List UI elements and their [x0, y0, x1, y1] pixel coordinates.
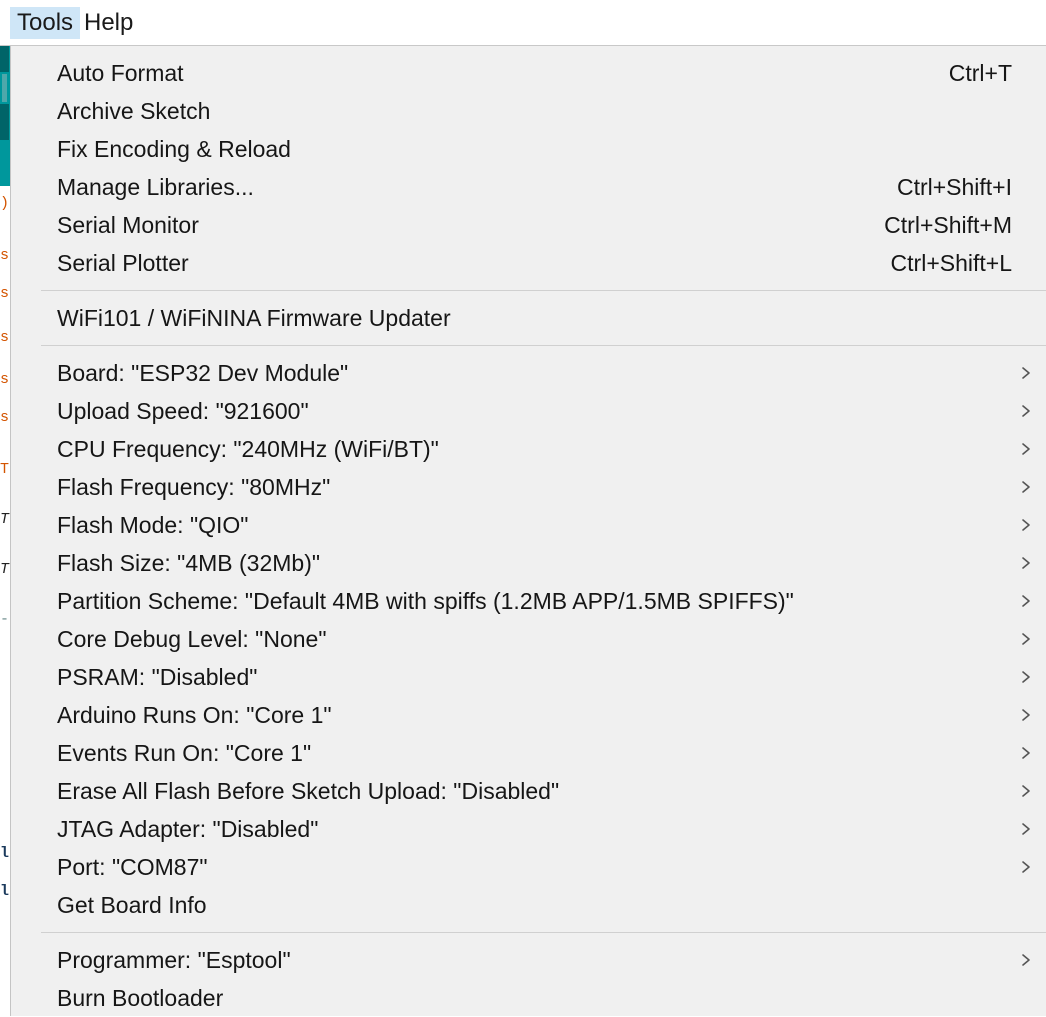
chevron-right-icon	[1020, 810, 1034, 848]
menu-item-label: Flash Size: "4MB (32Mb)"	[57, 550, 321, 576]
menu-item[interactable]: Core Debug Level: "None"	[11, 620, 1046, 658]
chevron-right-icon	[1020, 544, 1034, 582]
menu-item[interactable]: Archive Sketch	[11, 92, 1046, 130]
menu-item[interactable]: JTAG Adapter: "Disabled"	[11, 810, 1046, 848]
menu-item-label: Board: "ESP32 Dev Module"	[57, 360, 349, 386]
menu-item[interactable]: Flash Size: "4MB (32Mb)"	[11, 544, 1046, 582]
menu-item[interactable]: Manage Libraries... Ctrl+Shift+I	[11, 168, 1046, 206]
menu-item[interactable]: WiFi101 / WiFiNINA Firmware Updater	[11, 299, 1046, 337]
menu-item-shortcut: Ctrl+Shift+I	[896, 174, 1012, 200]
menu-item-label: Fix Encoding & Reload	[57, 136, 291, 162]
ide-toolbar-new-button[interactable]	[0, 104, 9, 140]
menu-item[interactable]: Burn Bootloader	[11, 979, 1046, 1017]
menu-item-label: Erase All Flash Before Sketch Upload: "D…	[57, 778, 560, 804]
menu-item[interactable]: Flash Mode: "QIO"	[11, 506, 1046, 544]
menubar-item-tools[interactable]: Tools	[10, 7, 81, 39]
menu-item-label: Serial Monitor	[57, 212, 199, 238]
menu-item[interactable]: Upload Speed: "921600"	[11, 392, 1046, 430]
code-fragment: l	[0, 884, 10, 899]
code-fragment: -	[0, 612, 10, 627]
code-fragment: T	[0, 562, 10, 577]
code-fragment: s	[0, 286, 10, 301]
menu-item-label: Manage Libraries...	[57, 174, 254, 200]
menu-separator	[41, 345, 1046, 346]
menu-item-label: Events Run On: "Core 1"	[57, 740, 312, 766]
menu-item[interactable]: Programmer: "Esptool"	[11, 941, 1046, 979]
menu-item-label: Archive Sketch	[57, 98, 211, 124]
menu-item[interactable]: Partition Scheme: "Default 4MB with spif…	[11, 582, 1046, 620]
menu-item[interactable]: Auto Format Ctrl+T	[11, 54, 1046, 92]
menu-item-label: Arduino Runs On: "Core 1"	[57, 702, 332, 728]
menubar-item-help[interactable]: Help	[77, 7, 140, 39]
chevron-right-icon	[1020, 620, 1034, 658]
tools-dropdown-menu: Auto Format Ctrl+T Archive Sketch Fix Encod…	[10, 46, 1046, 1016]
code-fragment: s	[0, 410, 10, 425]
menu-item-shortcut: Ctrl+T	[948, 60, 1012, 86]
menu-item-label: CPU Frequency: "240MHz (WiFi/BT)"	[57, 436, 439, 462]
code-fragment: l	[0, 846, 10, 861]
menu-item-label: JTAG Adapter: "Disabled"	[57, 816, 319, 842]
menu-item[interactable]: Events Run On: "Core 1"	[11, 734, 1046, 772]
code-fragment: s	[0, 248, 10, 263]
menu-item-label: Programmer: "Esptool"	[57, 947, 291, 973]
code-fragment: T	[0, 512, 10, 527]
menu-item-label: Upload Speed: "921600"	[57, 398, 309, 424]
menu-separator	[41, 932, 1046, 933]
chevron-right-icon	[1020, 696, 1034, 734]
chevron-right-icon	[1020, 468, 1034, 506]
menu-item[interactable]: Board: "ESP32 Dev Module"	[11, 354, 1046, 392]
menu-item-label: Partition Scheme: "Default 4MB with spif…	[57, 588, 794, 614]
code-fragment: s	[0, 330, 10, 345]
chevron-right-icon	[1020, 772, 1034, 810]
menu-item[interactable]: Flash Frequency: "80MHz"	[11, 468, 1046, 506]
ide-toolbar-verify-button[interactable]	[0, 46, 9, 72]
chevron-right-icon	[1020, 392, 1034, 430]
menu-top-padding	[11, 46, 1046, 54]
menu-item[interactable]: PSRAM: "Disabled"	[11, 658, 1046, 696]
menu-item[interactable]: Serial Monitor Ctrl+Shift+M	[11, 206, 1046, 244]
chevron-right-icon	[1020, 506, 1034, 544]
menu-item[interactable]: Port: "COM87"	[11, 848, 1046, 886]
code-fragment: s	[0, 372, 10, 387]
menu-item[interactable]: Arduino Runs On: "Core 1"	[11, 696, 1046, 734]
menu-item-label: Serial Plotter	[57, 250, 189, 276]
menu-item-label: Port: "COM87"	[57, 854, 208, 880]
menu-item[interactable]: Serial Plotter Ctrl+Shift+L	[11, 244, 1046, 282]
menu-item-label: Get Board Info	[57, 892, 207, 918]
code-fragment: )	[0, 196, 10, 211]
ide-toolbar-upload-button[interactable]	[2, 74, 7, 102]
code-fragment: T	[0, 462, 10, 477]
menubar: Tools Help	[0, 0, 1046, 46]
menu-item-label: Burn Bootloader	[57, 985, 224, 1011]
menu-item[interactable]: Fix Encoding & Reload	[11, 130, 1046, 168]
menu-item-label: Flash Mode: "QIO"	[57, 512, 249, 538]
menu-item-label: PSRAM: "Disabled"	[57, 664, 258, 690]
menu-item-label: Auto Format	[57, 60, 184, 86]
menu-item[interactable]: CPU Frequency: "240MHz (WiFi/BT)"	[11, 430, 1046, 468]
menu-item-label: WiFi101 / WiFiNINA Firmware Updater	[57, 305, 451, 331]
menu-item-shortcut: Ctrl+Shift+L	[890, 250, 1012, 276]
menu-separator	[41, 290, 1046, 291]
chevron-right-icon	[1020, 658, 1034, 696]
chevron-right-icon	[1020, 734, 1034, 772]
menu-item[interactable]: Erase All Flash Before Sketch Upload: "D…	[11, 772, 1046, 810]
chevron-right-icon	[1020, 848, 1034, 886]
chevron-right-icon	[1020, 430, 1034, 468]
menu-item-label: Flash Frequency: "80MHz"	[57, 474, 331, 500]
menu-item[interactable]: Get Board Info	[11, 886, 1046, 924]
chevron-right-icon	[1020, 354, 1034, 392]
chevron-right-icon	[1020, 941, 1034, 979]
menu-item-shortcut: Ctrl+Shift+M	[884, 212, 1012, 238]
chevron-right-icon	[1020, 582, 1034, 620]
menu-item-label: Core Debug Level: "None"	[57, 626, 327, 652]
